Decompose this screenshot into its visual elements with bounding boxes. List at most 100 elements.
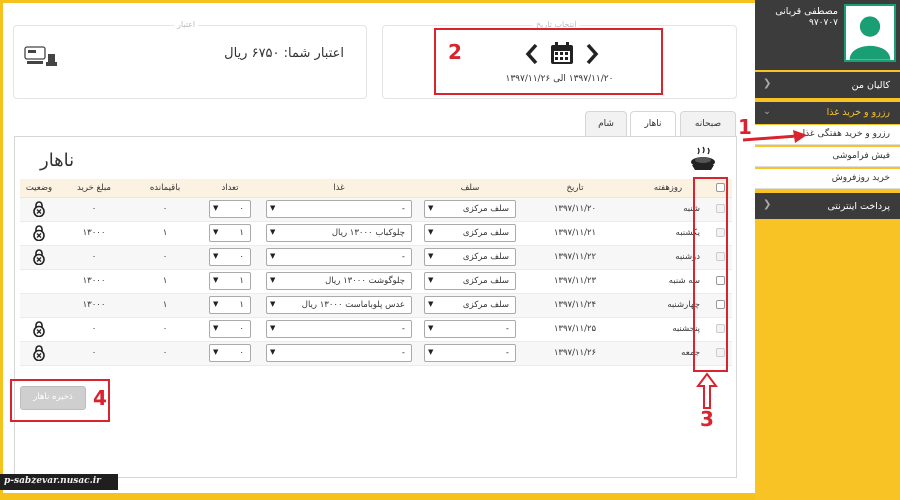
row-self-cell: ▼ سلف مرکزی [418,221,522,246]
count-select[interactable]: ▼ ۱ [209,272,251,290]
dropdown-arrow-icon: ▼ [213,324,219,332]
row-remaining: ۱ [130,293,200,318]
count-select[interactable]: ▼ ۱ [209,224,251,242]
row-status [20,341,58,366]
annotation-box-checkboxes [693,177,728,372]
menu-reserve-group-label: رزرو و خرید غذا [826,107,890,118]
lock-icon [32,321,46,338]
row-status [20,317,58,342]
row-status [20,269,58,294]
header-date: تاریخ [522,179,628,198]
row-food-cell: ▼ - [260,341,418,366]
food-select[interactable]: ▼ چلوگوشت ۱۳۰۰۰ ریال [266,272,412,290]
pointer-arrow-icon [742,130,807,143]
self-select[interactable]: ▼ سلف مرکزی [424,272,516,290]
chevron-down-icon: ⌄ [763,106,771,117]
row-price: ۰ [58,245,130,270]
menu-my-wallet[interactable]: کالیان من ❮ [755,72,900,98]
row-food-cell: ▼ - [260,197,418,222]
dropdown-arrow-icon: ▼ [213,252,219,260]
self-select[interactable]: ▼ - [424,344,516,362]
credit-text: اعتبار شما: ۶۷۵۰ ریال [224,46,344,61]
count-select[interactable]: ▼ ۰ [209,248,251,266]
food-select[interactable]: ▼ - [266,320,412,338]
sidebar: مصطفی قربانی ۹۷۰۷۰۷ کالیان من ❮ رزرو و خ… [755,0,900,500]
row-price: ۱۳۰۰۰ [58,293,130,318]
tab-dinner[interactable]: شام [585,111,627,137]
food-select[interactable]: ▼ - [266,344,412,362]
row-remaining: ۰ [130,317,200,342]
frame-bottom [0,493,755,500]
header-count: تعداد [200,179,260,198]
meal-table: روزهفته تاریخ سلف غذا تعداد باقیمانده مب… [20,179,732,366]
menu-online-payment-label: پرداخت اینترنتی [827,201,890,212]
row-remaining: ۰ [130,197,200,222]
dropdown-arrow-icon: ▼ [428,228,434,236]
dropdown-arrow-icon: ▼ [270,228,276,236]
header-self: سلف [418,179,522,198]
self-select[interactable]: ▼ سلف مرکزی [424,296,516,314]
food-select[interactable]: ▼ چلوکباب ۱۳۰۰۰ ریال [266,224,412,242]
row-date: ۱۳۹۷/۱۱/۲۱ [522,221,628,246]
page-title: ناهار [40,150,75,171]
dropdown-arrow-icon: ▼ [270,324,276,332]
dropdown-arrow-icon: ▼ [428,324,434,332]
profile-id: ۹۷۰۷۰۷ [808,18,838,28]
tab-lunch[interactable]: ناهار [630,111,676,138]
count-select[interactable]: ▼ ۰ [209,344,251,362]
row-self-cell: ▼ سلف مرکزی [418,293,522,318]
food-select[interactable]: ▼ - [266,200,412,218]
row-date: ۱۳۹۷/۱۱/۲۵ [522,317,628,342]
food-select[interactable]: ▼ - [266,248,412,266]
credit-caption: اعتبار [174,20,199,29]
self-select[interactable]: ▼ سلف مرکزی [424,224,516,242]
self-select[interactable]: ▼ - [424,320,516,338]
row-count-cell: ▼ ۰ [200,317,260,342]
row-price: ۰ [58,317,130,342]
dropdown-arrow-icon: ▼ [270,252,276,260]
self-select[interactable]: ▼ سلف مرکزی [424,248,516,266]
count-select[interactable]: ▼ ۰ [209,320,251,338]
dropdown-arrow-icon: ▼ [213,228,219,236]
count-select[interactable]: ▼ ۰ [209,200,251,218]
header-remaining: باقیمانده [130,179,200,198]
chevron-left-icon: ❮ [763,78,772,89]
table-row: یکشنبه ۱۳۹۷/۱۱/۲۱ ▼ سلف مرکزی ▼ چلوکباب ۱۳۰۰۰… [20,221,732,246]
row-food-cell: ▼ - [260,317,418,342]
dropdown-arrow-icon: ▼ [213,276,219,284]
dropdown-arrow-icon: ▼ [270,276,276,284]
count-select[interactable]: ▼ ۱ [209,296,251,314]
row-price: ۰ [58,197,130,222]
up-arrow-icon [696,372,718,409]
row-food-cell: ▼ چلوکباب ۱۳۰۰۰ ریال [260,221,418,246]
lock-icon [32,345,46,362]
tab-breakfast[interactable]: صبحانه [680,111,736,137]
submenu-daily-buy[interactable]: خرید روزفروش [755,169,900,189]
avatar[interactable] [844,4,896,62]
lock-icon [32,225,46,242]
user-silhouette-icon [849,16,891,60]
row-price: ۱۳۰۰۰ [58,221,130,246]
row-self-cell: ▼ سلف مرکزی [418,197,522,222]
self-select[interactable]: ▼ سلف مرکزی [424,200,516,218]
submenu-forgotten-slip[interactable]: فیش فراموشی [755,147,900,167]
row-remaining: ۰ [130,245,200,270]
menu-reserve-group[interactable]: رزرو و خرید غذا ⌄ [755,102,900,124]
menu-online-payment[interactable]: پرداخت اینترنتی ❮ [755,193,900,219]
row-count-cell: ▼ ۰ [200,245,260,270]
row-count-cell: ▼ ۰ [200,341,260,366]
profile-name: مصطفی قربانی [775,6,838,17]
row-date: ۱۳۹۷/۱۱/۲۴ [522,293,628,318]
header-status: وضعیت [20,179,58,198]
dropdown-arrow-icon: ▼ [213,300,219,308]
frame-left [0,0,3,500]
row-count-cell: ▼ ۱ [200,221,260,246]
food-dish-icon [689,146,717,177]
dropdown-arrow-icon: ▼ [428,348,434,356]
table-row: جمعه ۱۳۹۷/۱۱/۲۶ ▼ - ▼ - ▼ ۰ ۰ ۰ [20,341,732,366]
menu-my-wallet-label: کالیان من [851,80,890,91]
food-select[interactable]: ▼ عدس پلوباماست ۱۳۰۰۰ ریال [266,296,412,314]
credit-panel: اعتبار اعتبار شما: ۶۷۵۰ ریال [13,20,367,99]
dropdown-arrow-icon: ▼ [428,204,434,212]
frame-top [0,0,755,3]
